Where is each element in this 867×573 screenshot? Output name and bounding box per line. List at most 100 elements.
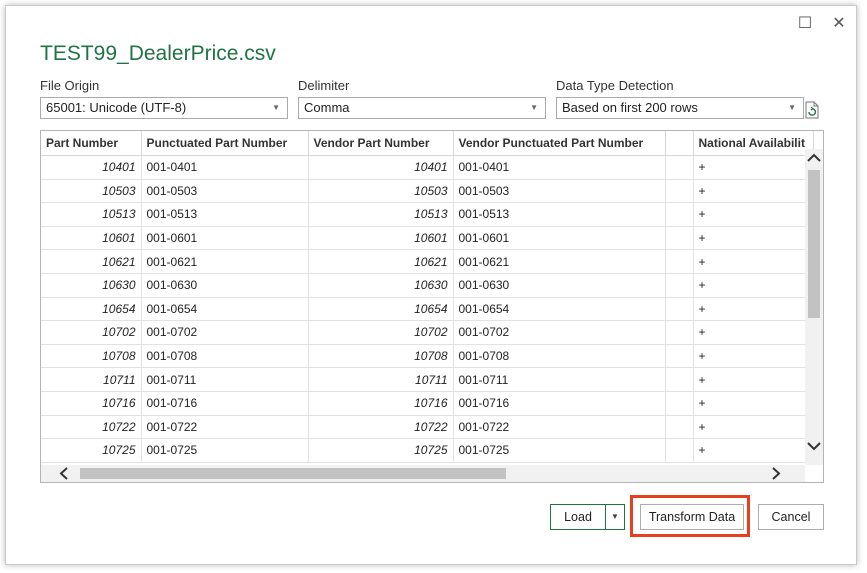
- import-dialog: ☐ ✕ TEST99_DealerPrice.csv File Origin 6…: [5, 5, 857, 565]
- table-cell: [665, 391, 694, 416]
- table-cell: 001-0711: [141, 367, 309, 392]
- table-cell: 10725: [41, 438, 142, 463]
- table-cell: 10621: [41, 249, 142, 274]
- table-cell: 001-0503: [141, 179, 309, 204]
- refresh-icon[interactable]: [803, 100, 821, 120]
- table-row: 10708 001-0708 10708 001-0708 +: [41, 344, 814, 369]
- table-cell: 10601: [41, 226, 142, 251]
- delimiter-select[interactable]: Comma ▼: [298, 97, 546, 119]
- table-cell: 10716: [41, 391, 142, 416]
- table-cell: 001-0503: [453, 179, 666, 204]
- table-row: 10503 001-0503 10503 001-0503 +: [41, 179, 814, 204]
- close-icon[interactable]: ✕: [829, 14, 849, 34]
- table-cell: 10654: [41, 297, 142, 322]
- table-cell: [665, 202, 694, 227]
- table-row: 10725 001-0725 10725 001-0725 +: [41, 438, 814, 463]
- table-body: 10401 001-0401 10401 001-0401 +10503 001-0503…: [41, 155, 814, 463]
- column-header[interactable]: Vendor Punctuated Part Number: [453, 131, 666, 156]
- file-origin-value: 65001: Unicode (UTF-8): [46, 100, 187, 115]
- table-cell: +: [693, 155, 814, 180]
- table-cell: 001-0621: [141, 249, 309, 274]
- table-row: 10621 001-0621 10621 001-0621 +: [41, 249, 814, 274]
- table-cell: 001-0601: [141, 226, 309, 251]
- table-cell: +: [693, 179, 814, 204]
- table-cell: +: [693, 344, 814, 369]
- table-cell: 10630: [308, 273, 454, 298]
- maximize-icon[interactable]: ☐: [795, 14, 815, 34]
- table-cell: 10725: [308, 438, 454, 463]
- table-cell: 001-0630: [453, 273, 666, 298]
- table-cell: 001-0725: [141, 438, 309, 463]
- table-cell: 001-0621: [453, 249, 666, 274]
- data-type-detection-select[interactable]: Based on first 200 rows ▼: [556, 97, 804, 119]
- table-cell: 001-0708: [453, 344, 666, 369]
- data-type-detection-value: Based on first 200 rows: [562, 100, 698, 115]
- column-header[interactable]: Vendor Part Number: [308, 131, 454, 156]
- table-cell: 001-0513: [141, 202, 309, 227]
- table-cell: 10503: [308, 179, 454, 204]
- table-cell: 001-0702: [453, 320, 666, 345]
- table-cell: 001-0716: [141, 391, 309, 416]
- table-cell: +: [693, 438, 814, 463]
- chevron-down-icon: ▼: [788, 103, 796, 112]
- dialog-title: TEST99_DealerPrice.csv: [40, 42, 276, 65]
- load-dropdown-button[interactable]: ▼: [605, 504, 625, 530]
- table-cell: [665, 226, 694, 251]
- table-cell: [665, 155, 694, 180]
- chevron-down-icon: ▼: [611, 512, 619, 521]
- table-cell: 10708: [308, 344, 454, 369]
- table-cell: [665, 438, 694, 463]
- file-origin-select[interactable]: 65001: Unicode (UTF-8) ▼: [40, 97, 288, 119]
- table-cell: +: [693, 273, 814, 298]
- table-cell: [665, 320, 694, 345]
- table-cell: 10621: [308, 249, 454, 274]
- table-cell: 10601: [308, 226, 454, 251]
- vertical-scrollbar[interactable]: [805, 149, 823, 465]
- scroll-down-icon[interactable]: [805, 437, 823, 455]
- table-row: 10722 001-0722 10722 001-0722 +: [41, 415, 814, 440]
- table-header-row: Part Number Punctuated Part Number Vendor …: [41, 131, 814, 156]
- table-row: 10401 001-0401 10401 001-0401 +: [41, 155, 814, 180]
- horizontal-scrollbar[interactable]: [41, 465, 805, 482]
- table-cell: [665, 249, 694, 274]
- column-header[interactable]: Part Number: [41, 131, 142, 156]
- table-row: 10716 001-0716 10716 001-0716 +: [41, 391, 814, 416]
- scroll-left-icon[interactable]: [55, 465, 73, 482]
- table-row: 10702 001-0702 10702 001-0702 +: [41, 320, 814, 345]
- table-cell: 10513: [308, 202, 454, 227]
- preview-table: Part Number Punctuated Part Number Vendor …: [41, 131, 814, 463]
- table-cell: [665, 344, 694, 369]
- table-cell: 001-0702: [141, 320, 309, 345]
- cancel-button[interactable]: Cancel: [758, 504, 824, 530]
- delimiter-label: Delimiter: [298, 78, 350, 93]
- table-cell: 10716: [308, 391, 454, 416]
- table-cell: 001-0601: [453, 226, 666, 251]
- preview-grid: Part Number Punctuated Part Number Vendor …: [40, 130, 824, 483]
- table-cell: 10503: [41, 179, 142, 204]
- table-cell: 001-0725: [453, 438, 666, 463]
- table-cell: 001-0401: [453, 155, 666, 180]
- scroll-right-icon[interactable]: [767, 465, 785, 482]
- column-header[interactable]: National Availabilit: [693, 131, 814, 156]
- table-cell: 10702: [308, 320, 454, 345]
- table-row: 10601 001-0601 10601 001-0601 +: [41, 226, 814, 251]
- table-cell: 001-0722: [141, 415, 309, 440]
- table-cell: 001-0401: [141, 155, 309, 180]
- table-cell: [665, 297, 694, 322]
- column-header[interactable]: Punctuated Part Number: [141, 131, 309, 156]
- scroll-up-icon[interactable]: [805, 149, 823, 167]
- vertical-scroll-thumb[interactable]: [808, 170, 820, 318]
- table-cell: +: [693, 297, 814, 322]
- chevron-down-icon: ▼: [530, 103, 538, 112]
- load-button[interactable]: Load: [550, 504, 606, 530]
- table-cell: 001-0654: [453, 297, 666, 322]
- column-header[interactable]: [665, 131, 694, 156]
- table-row: 10513 001-0513 10513 001-0513 +: [41, 202, 814, 227]
- transform-data-button[interactable]: Transform Data: [640, 504, 744, 530]
- table-row: 10654 001-0654 10654 001-0654 +: [41, 297, 814, 322]
- table-cell: 10513: [41, 202, 142, 227]
- data-type-detection-label: Data Type Detection: [556, 78, 674, 93]
- table-cell: 10630: [41, 273, 142, 298]
- file-origin-label: File Origin: [40, 78, 100, 93]
- horizontal-scroll-thumb[interactable]: [80, 468, 506, 479]
